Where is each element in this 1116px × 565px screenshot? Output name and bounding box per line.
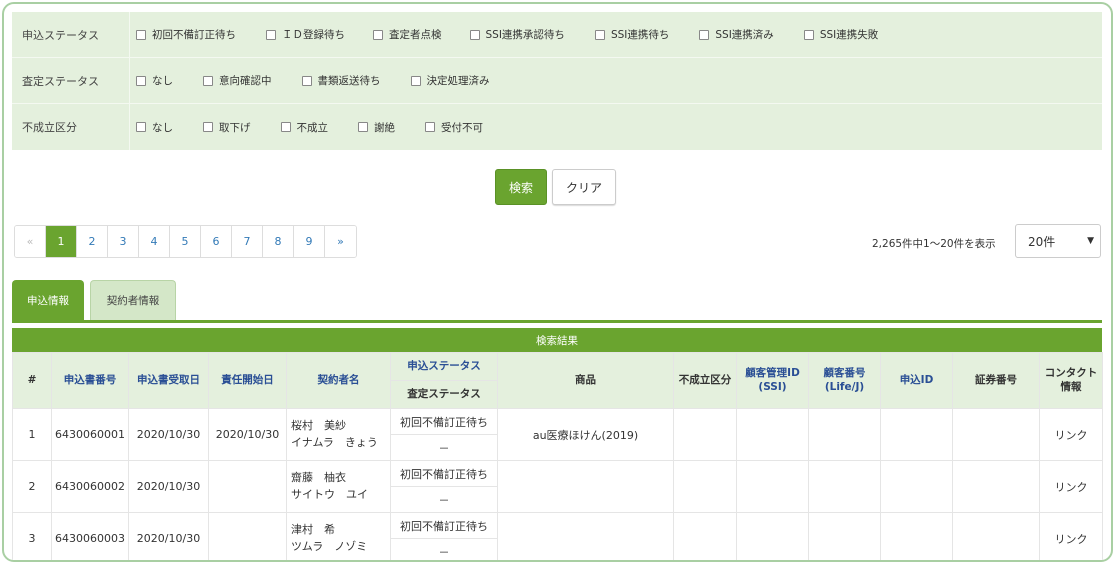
- product: [497, 460, 674, 513]
- table-row: 3 6430060003 2020/10/30 津村 希ツムラ ノゾミ 初回不備…: [12, 512, 1103, 560]
- filter-row-assess-status: 査定ステータス なし 意向確認中 書類返送待ち 決定処理済み: [12, 58, 1102, 104]
- checkbox-option[interactable]: SSI連携待ち: [594, 27, 669, 42]
- pagination-next[interactable]: »: [325, 226, 356, 257]
- table-row: 2 6430060002 2020/10/30 齋藤 柚衣 サイトウ ユイ 初回不…: [12, 460, 1103, 513]
- product: [497, 512, 674, 560]
- checkbox[interactable]: [803, 29, 814, 40]
- checkbox[interactable]: [280, 122, 291, 132]
- contractor-name: 齋藤 柚衣 サイトウ ユイ: [286, 460, 391, 513]
- pagination-page[interactable]: 7: [232, 226, 263, 257]
- checkbox-option[interactable]: 決定処理済み: [410, 73, 490, 88]
- page-size-value: 20件: [1028, 234, 1056, 249]
- column-header[interactable]: 責任開始日: [208, 352, 287, 409]
- filter-row-app-status: 申込ステータス 初回不備訂正待ち ＩＤ登録待ち 査定者点検 SSI連携承認待ち …: [12, 12, 1102, 58]
- application-status: 初回不備訂正待ち: [390, 512, 498, 539]
- column-header[interactable]: 申込ステータス: [390, 352, 498, 381]
- pagination-prev[interactable]: «: [15, 226, 46, 257]
- application-status: 初回不備訂正待ち: [390, 460, 498, 487]
- application-number-link[interactable]: 6430060002: [51, 460, 129, 513]
- checkbox[interactable]: [136, 75, 146, 86]
- checkbox-option[interactable]: ＩＤ登録待ち: [266, 27, 345, 42]
- column-header: 査定ステータス: [390, 380, 498, 409]
- chevron-down-icon: ▼: [1087, 236, 1094, 246]
- filter-label: 申込ステータス: [12, 12, 130, 57]
- checkbox[interactable]: [136, 29, 146, 40]
- assessment-status: －: [390, 538, 498, 560]
- column-header[interactable]: 顧客番号 (Life/J): [808, 352, 881, 409]
- column-header[interactable]: 顧客管理ID (SSI): [736, 352, 809, 409]
- product: au医療ほけん(2019): [497, 408, 674, 461]
- pagination-page[interactable]: 1: [46, 226, 77, 257]
- results-table: # 申込書番号 申込書受取日 責任開始日 契約者名 申込ステータス 商品 不成立…: [12, 352, 1103, 560]
- contractor-name: 桜村 美紗 イナムラ きょう: [286, 408, 391, 461]
- checkbox-option[interactable]: 謝絶: [358, 120, 395, 135]
- checkbox-option[interactable]: なし: [136, 73, 173, 88]
- tab-underline: [12, 320, 1102, 323]
- column-header[interactable]: 申込ID: [880, 352, 953, 409]
- checkbox-option[interactable]: 取下げ: [203, 120, 251, 135]
- checkbox[interactable]: [358, 122, 368, 132]
- assessment-status: －: [390, 486, 498, 513]
- pagination-page[interactable]: 8: [263, 226, 294, 257]
- application-number-link[interactable]: 6430060003: [51, 512, 129, 560]
- column-header[interactable]: 申込書番号: [51, 352, 129, 409]
- checkbox[interactable]: [266, 29, 276, 40]
- pagination-page[interactable]: 3: [108, 226, 139, 257]
- checkbox-option[interactable]: 書類返送待ち: [301, 73, 381, 88]
- result-count: 2,265件中1～20件を表示: [872, 238, 996, 250]
- table-row: 1 6430060001 2020/10/30 2020/10/30 桜村 美紗…: [12, 408, 1103, 461]
- filter-label: 不成立区分: [12, 104, 130, 150]
- application-status: 初回不備訂正待ち: [390, 408, 498, 435]
- checkbox[interactable]: [203, 75, 213, 86]
- checkbox-option[interactable]: 意向確認中: [203, 73, 272, 88]
- column-header[interactable]: 申込書受取日: [128, 352, 209, 409]
- pagination-page[interactable]: 6: [201, 226, 232, 257]
- column-header: 商品: [497, 352, 674, 409]
- checkbox[interactable]: [594, 29, 605, 40]
- checkbox-option[interactable]: 査定者点検: [373, 27, 442, 42]
- contact-link[interactable]: リンク: [1039, 512, 1103, 560]
- checkbox[interactable]: [410, 75, 421, 86]
- column-header[interactable]: 契約者名: [286, 352, 391, 409]
- checkbox[interactable]: [373, 29, 383, 40]
- filter-label: 査定ステータス: [12, 58, 130, 103]
- checkbox-option[interactable]: なし: [136, 120, 173, 135]
- filter-panel: 申込ステータス 初回不備訂正待ち ＩＤ登録待ち 査定者点検 SSI連携承認待ち …: [12, 12, 1102, 150]
- search-button[interactable]: 検索: [495, 169, 547, 205]
- contact-link[interactable]: リンク: [1039, 460, 1103, 513]
- clear-button[interactable]: クリア: [552, 169, 616, 205]
- contact-link[interactable]: リンク: [1039, 408, 1103, 461]
- pagination-page[interactable]: 4: [139, 226, 170, 257]
- column-header: #: [12, 352, 52, 409]
- pagination-page[interactable]: 2: [77, 226, 108, 257]
- column-header: 証券番号: [952, 352, 1040, 409]
- assessment-status: －: [390, 434, 498, 461]
- results-title: 検索結果: [12, 328, 1102, 352]
- pagination-page[interactable]: 5: [170, 226, 201, 257]
- contractor-name: 津村 希ツムラ ノゾミ: [286, 512, 391, 560]
- checkbox[interactable]: [469, 29, 480, 40]
- checkbox[interactable]: [136, 122, 146, 132]
- checkbox[interactable]: [425, 122, 435, 132]
- pagination: « 1 2 3 4 5 6 7 8 9 »: [14, 225, 357, 258]
- checkbox-option[interactable]: SSI連携失敗: [803, 27, 878, 42]
- page-size-select[interactable]: 20件 ▼: [1015, 224, 1101, 258]
- checkbox[interactable]: [699, 29, 710, 40]
- pagination-page[interactable]: 9: [294, 226, 325, 257]
- column-header: 不成立区分: [673, 352, 737, 409]
- column-header: コンタクト 情報: [1039, 352, 1103, 409]
- checkbox[interactable]: [203, 122, 213, 132]
- checkbox-option[interactable]: SSI連携済み: [699, 27, 774, 42]
- checkbox-option[interactable]: SSI連携承認待ち: [469, 27, 565, 42]
- checkbox-option[interactable]: 受付不可: [425, 120, 483, 135]
- app-frame: 申込ステータス 初回不備訂正待ち ＩＤ登録待ち 査定者点検 SSI連携承認待ち …: [2, 2, 1113, 562]
- checkbox-option[interactable]: 不成立: [280, 120, 328, 135]
- checkbox[interactable]: [301, 75, 312, 86]
- tab-contractor-info[interactable]: 契約者情報: [90, 280, 176, 320]
- tab-application-info[interactable]: 申込情報: [12, 280, 84, 320]
- application-number-link[interactable]: 6430060001: [51, 408, 129, 461]
- filter-row-failure-type: 不成立区分 なし 取下げ 不成立 謝絶 受付不可: [12, 104, 1102, 150]
- checkbox-option[interactable]: 初回不備訂正待ち: [136, 27, 236, 42]
